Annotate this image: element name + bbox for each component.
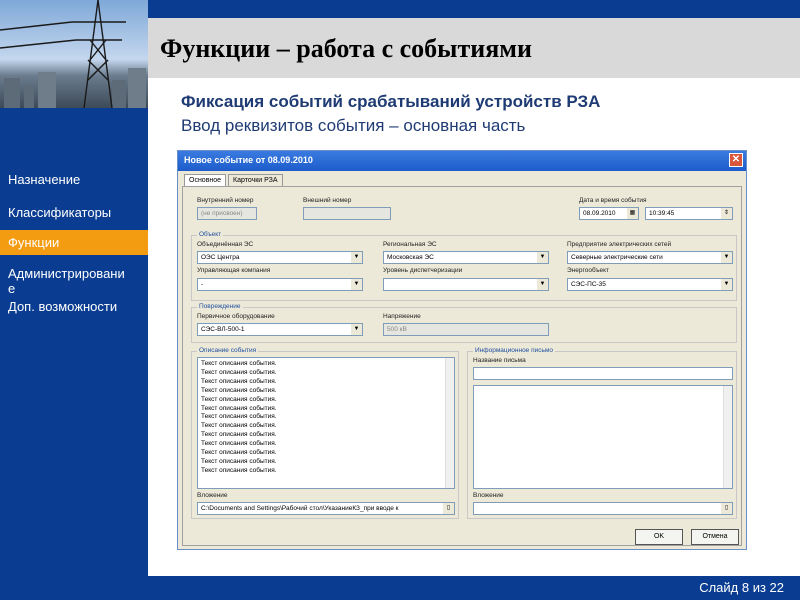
dialog-title: Новое событие от 08.09.2010: [184, 155, 313, 165]
chevron-down-icon[interactable]: ▼: [351, 279, 362, 290]
scrollbar[interactable]: [723, 386, 732, 488]
pes-label: Предприятие электрических сетей: [567, 241, 672, 248]
description-line: Текст описания события.: [201, 360, 277, 367]
chevron-down-icon[interactable]: ▼: [537, 279, 548, 290]
chevron-down-icon[interactable]: ▼: [537, 252, 548, 263]
letter-attachment-label: Вложение: [473, 492, 504, 499]
equipment-select[interactable]: СЭС-ВЛ-500-1 ▼: [197, 323, 363, 336]
attachment-field[interactable]: C:\Documents and Settings\Рабочий стол\У…: [197, 502, 455, 515]
voltage-label: Напряжение: [383, 313, 421, 320]
scrollbar[interactable]: [445, 358, 454, 488]
attachment-label: Вложение: [197, 492, 228, 499]
description-line: Текст описания события.: [201, 422, 277, 430]
voltage-field: 500 кВ: [383, 323, 549, 336]
nav-item-extra[interactable]: Доп. возможности: [0, 299, 148, 314]
new-event-dialog: Новое событие от 08.09.2010 ✕ Основное К…: [177, 150, 747, 550]
power-tower-icon: [0, 0, 126, 108]
company-label: Управляющая компания: [197, 267, 271, 274]
nav-item-administration[interactable]: Администрировани е: [0, 266, 148, 296]
res-label: Региональная ЭС: [383, 241, 437, 248]
date-field[interactable]: 08.09.2010 ▦: [579, 207, 639, 220]
nav-item-purpose[interactable]: Назначение: [0, 172, 148, 187]
description-line: Текст описания события.: [201, 413, 277, 421]
chevron-down-icon[interactable]: ▼: [351, 252, 362, 263]
spinner-icon[interactable]: ⇕: [721, 208, 732, 219]
pes-select[interactable]: Северные электрические сети ▼: [567, 251, 733, 264]
description-line: Текст описания события.: [201, 449, 277, 457]
letter-group-label: Информационное письмо: [473, 347, 555, 354]
internal-number-label: Внутренний номер: [197, 197, 254, 204]
file-icon[interactable]: ▯: [721, 503, 732, 514]
nav-item-classifiers[interactable]: Классификаторы: [0, 205, 148, 220]
datetime-label: Дата и время события: [579, 197, 647, 204]
main-panel: Внутренний номер (не присвоен) Внешний н…: [182, 186, 742, 546]
description-line: Текст описания события.: [201, 457, 277, 465]
description-line: Текст описания события.: [201, 440, 277, 448]
nav-item-functions[interactable]: Функции: [0, 230, 148, 255]
date-value: 08.09.2010: [583, 210, 616, 217]
time-value: 10:39:45: [649, 210, 675, 217]
time-field[interactable]: 10:39:45 ⇕: [645, 207, 733, 220]
dialog-titlebar: Новое событие от 08.09.2010 ✕: [178, 151, 746, 171]
external-number-label: Внешний номер: [303, 197, 352, 204]
file-icon[interactable]: ▯: [443, 503, 454, 514]
description-line: Текст описания события.: [201, 431, 277, 439]
slide-subtitle: Фиксация событий срабатываний устройств …: [181, 92, 601, 111]
oes-label: Объединённая ЭС: [197, 241, 254, 248]
description-line: Текст описания события.: [201, 466, 277, 474]
cancel-button[interactable]: Отмена: [691, 529, 739, 545]
chevron-down-icon[interactable]: ▼: [721, 279, 732, 290]
description-line: Текст описания события.: [201, 386, 277, 394]
pes-value: Северные электрические сети: [571, 254, 663, 261]
internal-number-field: (не присвоен): [197, 207, 257, 220]
company-value: -: [201, 281, 204, 288]
letter-name-field[interactable]: [473, 367, 733, 380]
energy-object-select[interactable]: СЭС-ПС-35 ▼: [567, 278, 733, 291]
energy-object-label: Энергообъект: [567, 267, 610, 274]
slide-counter: Слайд 8 из 22: [699, 580, 784, 595]
external-number-field[interactable]: [303, 207, 391, 220]
close-icon[interactable]: ✕: [729, 153, 743, 167]
letter-attachment-field[interactable]: ▯: [473, 502, 733, 515]
letter-name-label: Название письма: [473, 357, 526, 364]
calendar-icon[interactable]: ▦: [627, 208, 638, 219]
equipment-label: Первичное оборудование: [197, 313, 275, 320]
oes-select[interactable]: ОЭС Центра ▼: [197, 251, 363, 264]
slide-subtitle-secondary: Ввод реквизитов события – основная часть: [181, 116, 526, 135]
energy-object-value: СЭС-ПС-35: [571, 281, 606, 288]
letter-textarea[interactable]: [473, 385, 733, 489]
slide-title: Функции – работа с событиями: [160, 34, 532, 63]
dispatch-select[interactable]: ▼: [383, 278, 549, 291]
company-select[interactable]: - ▼: [197, 278, 363, 291]
equipment-value: СЭС-ВЛ-500-1: [201, 326, 245, 333]
description-group-label: Описание события: [197, 347, 259, 354]
description-line: Текст описания события.: [201, 368, 277, 376]
description-textarea[interactable]: Текст описания события. Текст описания со…: [197, 357, 455, 489]
oes-value: ОЭС Центра: [201, 254, 240, 261]
header-photo-power-line: [0, 0, 148, 108]
chevron-down-icon[interactable]: ▼: [351, 324, 362, 335]
res-select[interactable]: Московская ЭС ▼: [383, 251, 549, 264]
chevron-down-icon[interactable]: ▼: [721, 252, 732, 263]
res-value: Московская ЭС: [387, 254, 434, 261]
object-group-label: Объект: [197, 231, 224, 238]
description-line: Текст описания события.: [201, 395, 277, 403]
damage-group-label: Повреждение: [197, 303, 243, 310]
dispatch-label: Уровень диспетчеризации: [383, 267, 463, 274]
ok-button[interactable]: OK: [635, 529, 683, 545]
attachment-value: C:\Documents and Settings\Рабочий стол\У…: [201, 505, 399, 512]
description-line: Текст описания события.: [201, 377, 277, 385]
top-band: [148, 0, 800, 18]
